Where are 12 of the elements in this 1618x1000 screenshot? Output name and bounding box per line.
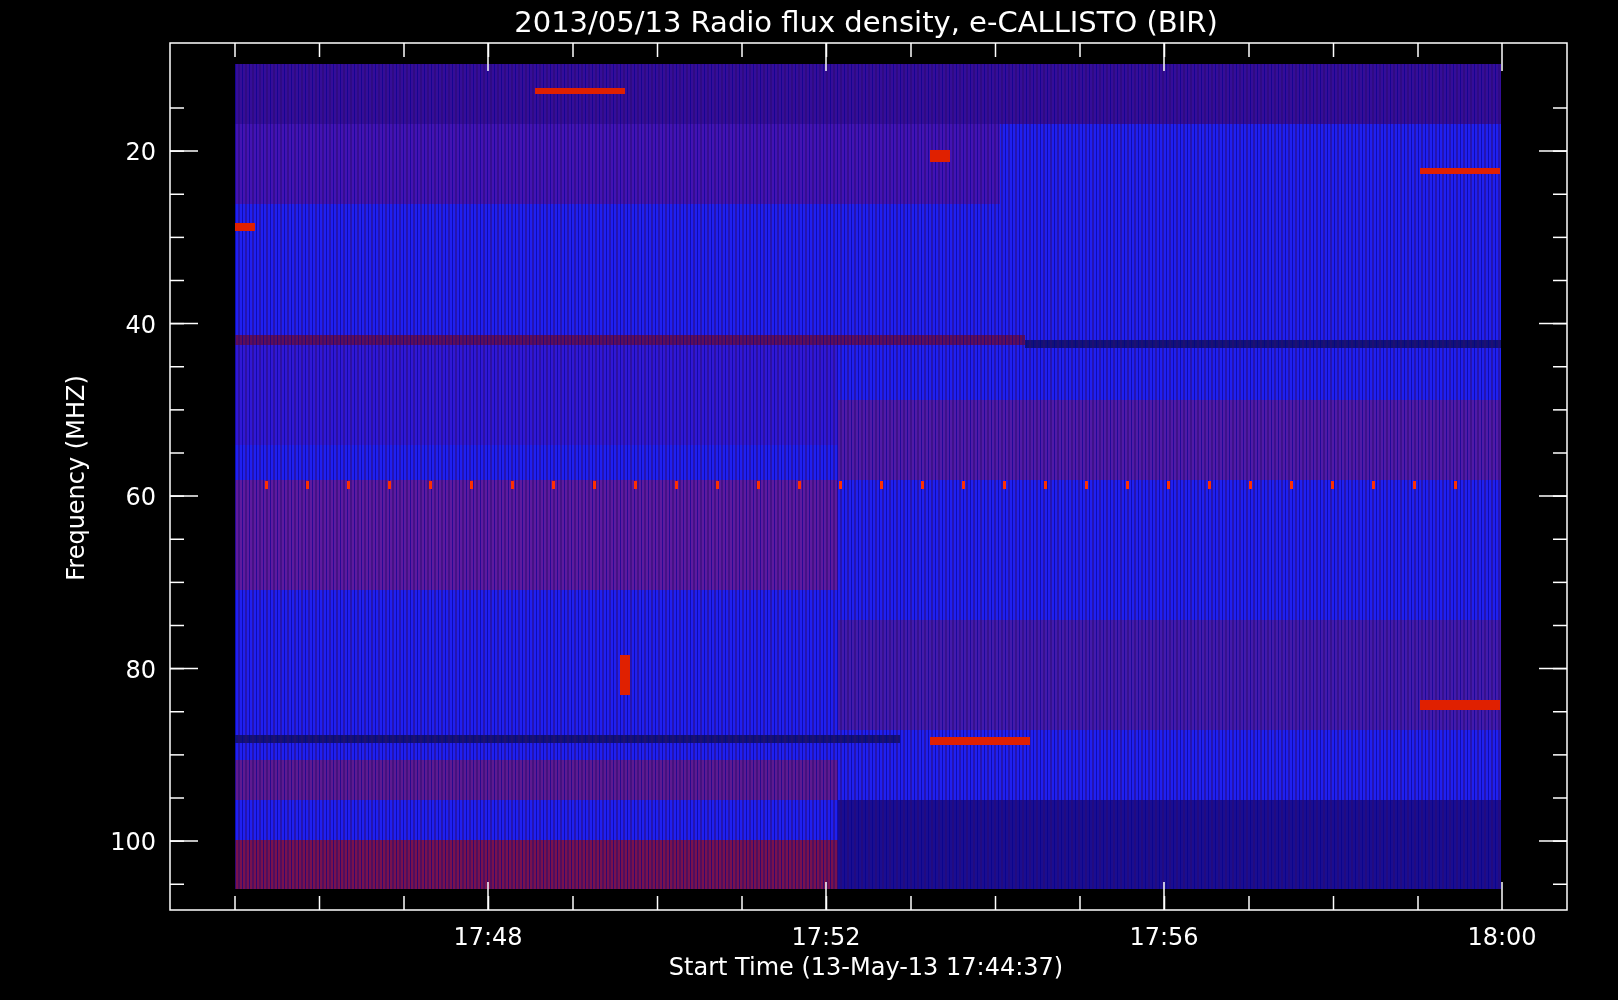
x-tick-label: 17:48 [453, 923, 523, 951]
x-axis-label: Start Time (13-May-13 17:44:37) [668, 953, 1064, 981]
x-tick-label: 17:56 [1129, 923, 1199, 951]
y-axis-label: Frequency (MHZ) [62, 375, 90, 581]
x-tick-label: 18:00 [1467, 923, 1537, 951]
x-tick-label: 17:52 [791, 923, 861, 951]
y-tick-label: 40 [125, 310, 156, 339]
y-tick-label: 100 [110, 828, 156, 856]
y-tick-label: 80 [125, 655, 156, 684]
y-tick-label: 60 [125, 483, 156, 511]
y-tick-label: 20 [125, 138, 156, 166]
chart-title: 2013/05/13 Radio flux density, e-CALLISTO (BIR) [514, 5, 1218, 39]
